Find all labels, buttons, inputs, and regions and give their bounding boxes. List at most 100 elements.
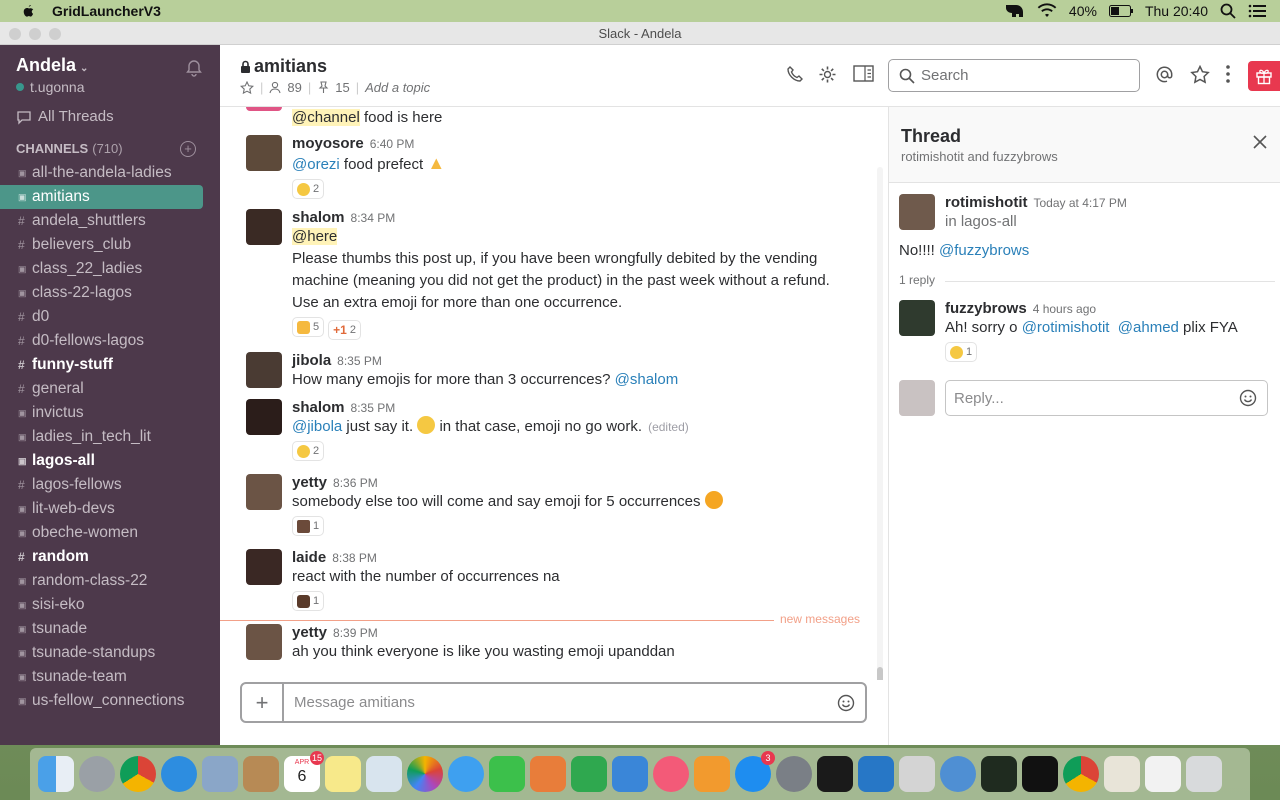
user-mention[interactable]: @rotimishotit: [1022, 319, 1110, 336]
message-author[interactable]: shalom: [292, 209, 345, 226]
minimize-window-button[interactable]: [29, 28, 41, 40]
photos-icon[interactable]: [407, 756, 443, 792]
message-author[interactable]: rotimishotit: [945, 194, 1028, 211]
terminal-icon[interactable]: [817, 756, 853, 792]
emoji-picker-icon[interactable]: [837, 694, 855, 712]
sidebar-channel-obeche-women[interactable]: ▣ obeche-women: [0, 521, 203, 545]
reaction-button[interactable]: 2: [292, 441, 325, 461]
message-time[interactable]: 8:36 PM: [333, 476, 378, 490]
trash-icon[interactable]: [1186, 756, 1222, 792]
close-icon[interactable]: [1253, 135, 1267, 149]
attach-plus-button[interactable]: +: [242, 684, 284, 721]
pin-count[interactable]: 15: [335, 80, 349, 95]
avatar[interactable]: [246, 474, 282, 510]
sidebar-channel-amitians[interactable]: ▣ amitians: [0, 185, 203, 209]
message-time[interactable]: 8:34 PM: [351, 211, 396, 225]
calendar-icon[interactable]: APR 6 15: [284, 751, 324, 792]
sidebar-channel-class_22_ladies[interactable]: ▣ class_22_ladies: [0, 257, 203, 281]
thread-reply-message[interactable]: fuzzybrows 4 hours ago Ah! sorry o @rotim…: [899, 300, 1269, 366]
reaction-button[interactable]: 5: [292, 317, 325, 337]
phone-icon[interactable]: [786, 65, 804, 83]
channels-header[interactable]: CHANNELS (710): [16, 141, 123, 156]
avatar[interactable]: [246, 549, 282, 585]
wifi-icon[interactable]: [1037, 3, 1057, 19]
reaction-button[interactable]: 2: [292, 179, 325, 199]
user-presence[interactable]: t.ugonna: [16, 79, 85, 95]
gear-icon[interactable]: [818, 65, 837, 84]
app-name[interactable]: GridLauncherV3: [52, 3, 161, 19]
avatar[interactable]: [899, 380, 935, 416]
user-mention[interactable]: @fuzzybrows: [939, 242, 1029, 259]
itunes-icon[interactable]: [653, 756, 689, 792]
message-scrollbar[interactable]: [877, 167, 883, 680]
sidebar-channel-lit-web-devs[interactable]: ▣ lit-web-devs: [0, 497, 203, 521]
mentions-at-icon[interactable]: [1155, 65, 1174, 84]
message-time[interactable]: 6:40 PM: [370, 137, 415, 151]
sidebar-channel-us-fellow_connections[interactable]: ▣ us-fellow_connections: [0, 689, 203, 713]
bell-icon[interactable]: [185, 59, 203, 77]
notification-center-icon[interactable]: [1248, 4, 1266, 18]
contacts-icon[interactable]: [243, 756, 279, 792]
sidebar-channel-andela_shuttlers[interactable]: # andela_shuttlers: [0, 209, 203, 233]
reply-input[interactable]: Reply...: [945, 380, 1268, 416]
reaction-button[interactable]: 1: [945, 342, 978, 362]
reaction-button[interactable]: +1 2: [328, 319, 361, 340]
app-store-icon[interactable]: 3: [735, 751, 775, 792]
launchpad-icon[interactable]: [79, 756, 115, 792]
chrome-icon[interactable]: [120, 756, 156, 792]
message-author[interactable]: yetty: [292, 624, 327, 641]
apple-icon[interactable]: [20, 3, 36, 19]
user-mention[interactable]: @ahmed: [1118, 319, 1179, 336]
avatar[interactable]: [899, 300, 935, 336]
sidebar-channel-lagos-all[interactable]: ▣ lagos-all: [0, 449, 203, 473]
reaction-button[interactable]: 1: [292, 516, 325, 536]
scrollbar-thumb[interactable]: [877, 667, 883, 680]
pin-icon[interactable]: [317, 81, 329, 94]
vscode-icon[interactable]: [858, 756, 894, 792]
sidebar-channel-random[interactable]: # random: [0, 545, 203, 569]
thread-channel-link[interactable]: in lagos-all: [945, 211, 1280, 233]
avatar[interactable]: [246, 624, 282, 660]
message-item[interactable]: jibola 8:35 PM How many emojis for more t…: [246, 352, 866, 396]
channel-title[interactable]: amitians: [240, 56, 327, 77]
sidebar-channel-d0[interactable]: # d0: [0, 305, 203, 329]
message-author[interactable]: laide: [292, 549, 326, 566]
message-item[interactable]: shalom 8:35 PM @jibola just say it. in th…: [246, 399, 866, 465]
all-threads-link[interactable]: All Threads: [16, 108, 114, 125]
sidebar-channel-general[interactable]: # general: [0, 377, 203, 401]
thread-parent-message[interactable]: rotimishotit Today at 4:17 PM in lagos-al…: [899, 194, 1269, 274]
sidebar-channel-d0-fellows-lagos[interactable]: # d0-fellows-lagos: [0, 329, 203, 353]
zoom-window-button[interactable]: [49, 28, 61, 40]
spotlight-search-icon[interactable]: [1220, 3, 1236, 19]
member-count[interactable]: 89: [287, 80, 301, 95]
avatar[interactable]: [246, 107, 282, 111]
activity-monitor-icon[interactable]: [981, 756, 1017, 792]
message-time[interactable]: Today at 4:17 PM: [1034, 196, 1127, 210]
message-composer[interactable]: + Message amitians: [240, 682, 867, 723]
avatar[interactable]: [899, 194, 935, 230]
message-author[interactable]: fuzzybrows: [945, 300, 1027, 317]
sublime-text-icon[interactable]: [899, 756, 935, 792]
finder-icon[interactable]: [38, 756, 74, 792]
evernote-elephant-icon[interactable]: [1003, 2, 1025, 20]
system-preferences-icon[interactable]: [776, 756, 812, 792]
here-mention[interactable]: @here: [292, 228, 338, 245]
messages-icon[interactable]: [448, 756, 484, 792]
user-mention[interactable]: @jibola: [292, 418, 342, 435]
message-item[interactable]: laide 8:38 PM react with the number of oc…: [246, 549, 866, 615]
message-author[interactable]: yetty: [292, 474, 327, 491]
avatar[interactable]: [246, 135, 282, 171]
message-time[interactable]: 8:35 PM: [351, 401, 396, 415]
close-window-button[interactable]: [9, 28, 21, 40]
emoji-picker-icon[interactable]: [1239, 389, 1257, 407]
keynote-icon[interactable]: [612, 756, 648, 792]
add-topic-link[interactable]: Add a topic: [365, 80, 430, 95]
sidebar-channel-believers_club[interactable]: # believers_club: [0, 233, 203, 257]
gift-button[interactable]: [1248, 61, 1280, 91]
add-channel-button[interactable]: +: [180, 141, 196, 157]
more-options-icon[interactable]: [1226, 65, 1230, 83]
avatar[interactable]: [246, 209, 282, 245]
chrome-canary-icon[interactable]: [1063, 756, 1099, 792]
message-time[interactable]: 8:35 PM: [337, 354, 382, 368]
channel-mention[interactable]: @channel: [292, 109, 360, 126]
